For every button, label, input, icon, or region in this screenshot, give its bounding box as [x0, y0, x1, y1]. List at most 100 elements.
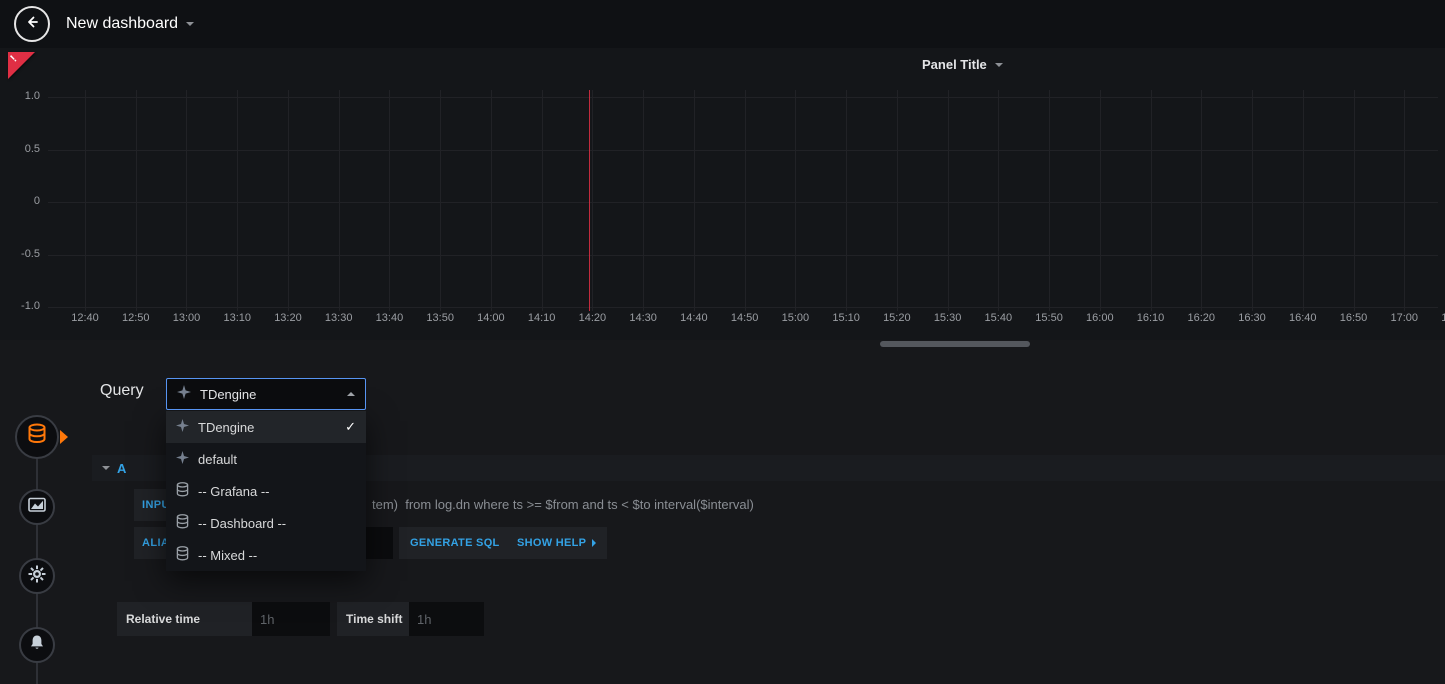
gridline-vertical [288, 90, 289, 311]
x-axis-label: 13:40 [361, 312, 417, 324]
gridline-vertical [897, 90, 898, 311]
database-icon [176, 546, 189, 564]
tab-general[interactable] [19, 558, 55, 594]
x-axis-label: 16:00 [1072, 312, 1128, 324]
grafana-dashboard-screen: New dashboard ! Panel Title 1.00.50-0.5-… [0, 0, 1445, 684]
x-axis-label: 16:10 [1123, 312, 1179, 324]
gridline-horizontal [48, 307, 1438, 308]
x-axis-label: 13:00 [158, 312, 214, 324]
panel-title-dropdown[interactable]: Panel Title [922, 57, 1003, 72]
database-icon [176, 514, 189, 532]
gear-icon [28, 565, 46, 588]
check-icon: ✓ [345, 419, 356, 435]
horizontal-scrollbar-thumb[interactable] [880, 341, 1030, 347]
y-axis-label: 0.5 [2, 143, 40, 155]
x-axis-label: 16:20 [1173, 312, 1229, 324]
gridline-vertical [1252, 90, 1253, 311]
datasource-option-label: -- Dashboard -- [198, 516, 286, 531]
sparkle-icon [176, 419, 189, 435]
chevron-down-icon [102, 466, 110, 470]
x-axis-label: 12:50 [108, 312, 164, 324]
gridline-vertical [592, 90, 593, 311]
dashboard-title-dropdown[interactable]: New dashboard [66, 15, 194, 33]
chevron-down-icon [995, 63, 1003, 67]
gridline-vertical [998, 90, 999, 311]
gridline-vertical [1404, 90, 1405, 311]
gridline-vertical [85, 90, 86, 311]
gridline-vertical [1100, 90, 1101, 311]
datasource-select[interactable]: TDengine [166, 378, 366, 410]
gridline-vertical [237, 90, 238, 311]
chevron-up-icon [347, 392, 355, 396]
tab-alert[interactable] [19, 627, 55, 663]
gridline-vertical [948, 90, 949, 311]
gridline-horizontal [48, 97, 1438, 98]
datasource-option[interactable]: default [166, 443, 366, 475]
x-axis-label: 13:50 [412, 312, 468, 324]
x-axis-label: 14:40 [666, 312, 722, 324]
tab-queries[interactable] [15, 415, 59, 459]
datasource-dropdown-menu: TDengine✓ default -- Grafana -- -- Dashboar… [166, 411, 366, 571]
datasource-option[interactable]: -- Mixed -- [166, 539, 366, 571]
x-axis-label: 13:20 [260, 312, 316, 324]
time-shift-input[interactable] [409, 602, 484, 636]
sql-text: tem) from log.dn where ts >= $from and t… [372, 497, 754, 512]
x-axis-label: 16:50 [1326, 312, 1382, 324]
back-button[interactable] [14, 6, 50, 42]
x-axis-label: 15:10 [818, 312, 874, 324]
x-axis-label: 15:40 [970, 312, 1026, 324]
active-tab-pointer-icon [60, 430, 68, 444]
x-axis-label: 14:00 [463, 312, 519, 324]
gridline-vertical [643, 90, 644, 311]
datasource-option-label: default [198, 452, 237, 467]
show-help-button[interactable]: SHOW HELP [506, 527, 607, 559]
gridline-vertical [542, 90, 543, 311]
x-axis-label: 17:10 [1427, 312, 1445, 324]
gridline-vertical [1303, 90, 1304, 311]
x-axis-label: 16:30 [1224, 312, 1280, 324]
query-section-label: Query [100, 382, 144, 400]
generate-sql-button[interactable]: GENERATE SQL [399, 527, 521, 559]
gridline-vertical [136, 90, 137, 311]
sparkle-icon [177, 385, 191, 404]
x-axis-label: 13:30 [311, 312, 367, 324]
x-axis-label: 14:50 [717, 312, 773, 324]
gridline-vertical [846, 90, 847, 311]
sparkle-icon [176, 451, 189, 467]
chevron-down-icon [186, 22, 194, 26]
gridline-vertical [339, 90, 340, 311]
relative-time-input[interactable] [252, 602, 330, 636]
top-navbar: New dashboard [0, 0, 1445, 48]
gridline-vertical [795, 90, 796, 311]
gridline-vertical [389, 90, 390, 311]
sql-input[interactable]: tem) from log.dn where ts >= $from and t… [238, 489, 1437, 521]
gridline-vertical [745, 90, 746, 311]
datasource-option-label: -- Grafana -- [198, 484, 270, 499]
show-help-label: SHOW HELP [517, 537, 586, 549]
x-axis-label: 13:10 [209, 312, 265, 324]
gridline-vertical [491, 90, 492, 311]
tab-visualization[interactable] [19, 489, 55, 525]
dashboard-title: New dashboard [66, 15, 178, 33]
gridline-vertical [1354, 90, 1355, 311]
bell-icon [28, 634, 46, 657]
panel-title: Panel Title [922, 57, 987, 72]
datasource-option[interactable]: -- Grafana -- [166, 475, 366, 507]
database-icon [27, 423, 47, 451]
database-icon [176, 482, 189, 500]
chevron-right-icon [592, 539, 596, 547]
x-axis-label: 17:00 [1376, 312, 1432, 324]
datasource-option[interactable]: TDengine✓ [166, 411, 366, 443]
relative-time-label: Relative time [117, 602, 252, 636]
y-axis-label: 1.0 [2, 90, 40, 102]
gridline-vertical [694, 90, 695, 311]
datasource-select-value: TDengine [200, 387, 256, 402]
x-axis-label: 14:30 [615, 312, 671, 324]
x-axis-label: 15:20 [869, 312, 925, 324]
x-axis-label: 14:10 [514, 312, 570, 324]
gridline-vertical [1049, 90, 1050, 311]
datasource-option[interactable]: -- Dashboard -- [166, 507, 366, 539]
time-shift-label: Time shift [337, 602, 409, 636]
x-axis-label: 16:40 [1275, 312, 1331, 324]
datasource-option-label: -- Mixed -- [198, 548, 257, 563]
